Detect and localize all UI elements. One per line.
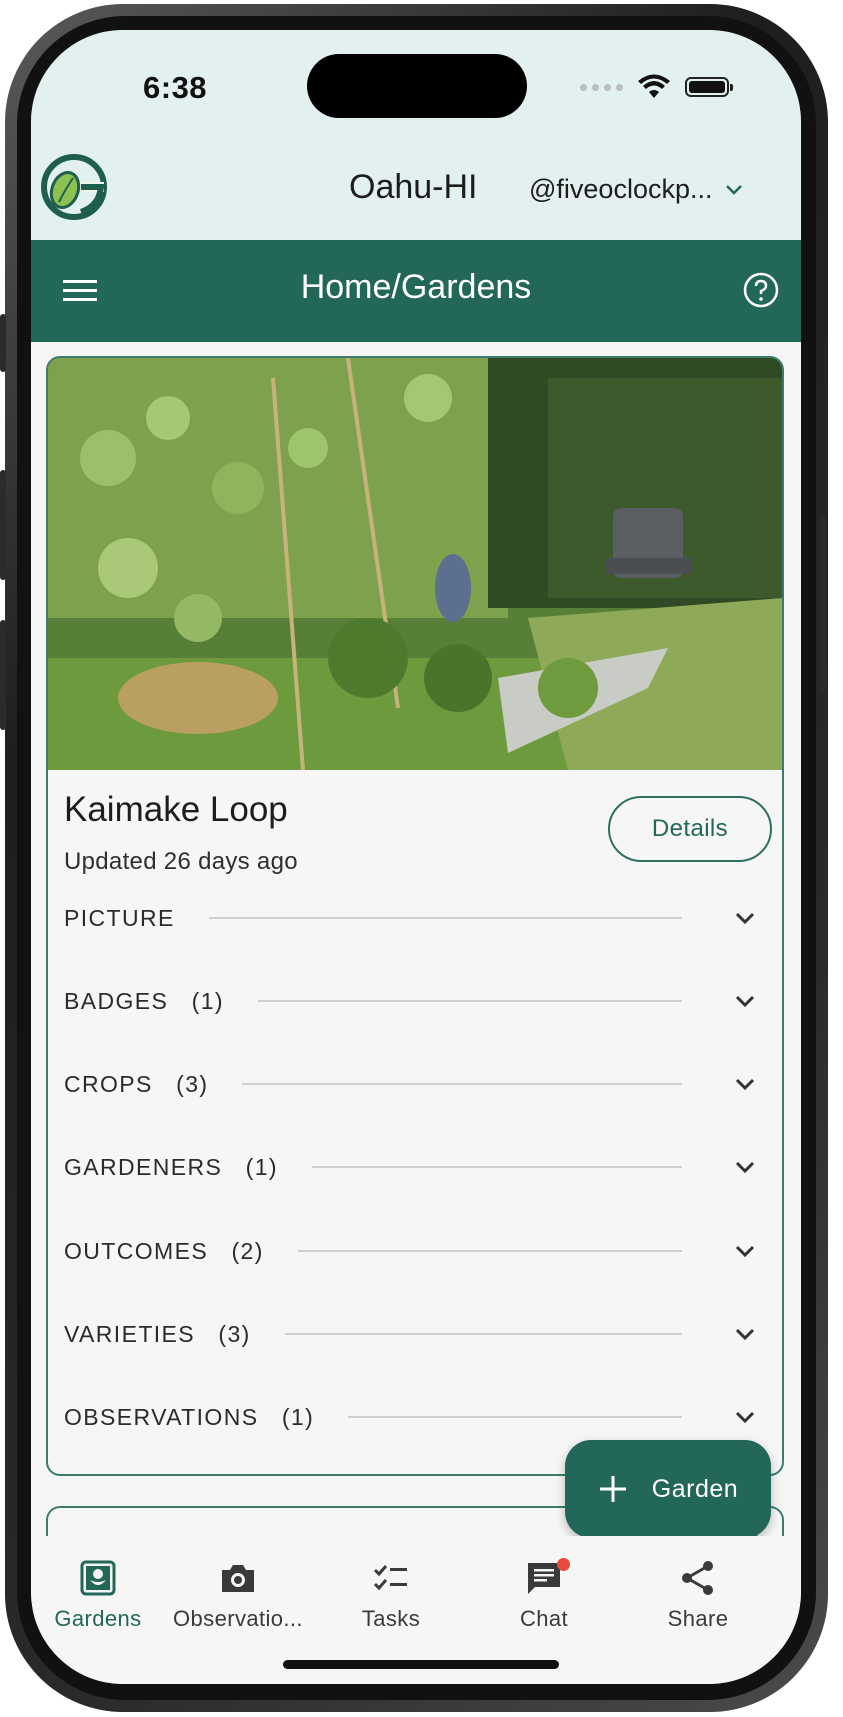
nav-chat[interactable]: Chat <box>469 1558 619 1632</box>
chevron-down-icon <box>735 1078 755 1091</box>
nav-observations[interactable]: Observatio... <box>163 1558 313 1632</box>
plus-icon <box>599 1476 626 1502</box>
nav-label: Observatio... <box>173 1606 303 1631</box>
section-label: PICTURE <box>64 904 175 931</box>
add-garden-label: Garden <box>651 1474 739 1503</box>
help-icon[interactable] <box>743 272 779 308</box>
section-divider <box>297 1250 682 1252</box>
section-badges[interactable]: BADGES (1) <box>64 981 764 1021</box>
section-label: BADGES (1) <box>64 987 224 1014</box>
chevron-down-icon <box>735 1328 755 1341</box>
camera-icon <box>222 1565 254 1592</box>
section-divider <box>257 1000 682 1002</box>
garden-logo-icon[interactable] <box>41 154 107 220</box>
chevron-down-icon <box>735 1411 755 1424</box>
chevron-down-icon <box>735 912 755 925</box>
garden-updated: Updated 26 days ago <box>64 848 298 875</box>
nav-gardens[interactable]: Gardens <box>31 1558 173 1632</box>
nav-label: Gardens <box>54 1606 142 1631</box>
nav-label: Tasks <box>361 1606 421 1631</box>
wifi-icon <box>638 74 670 98</box>
section-label: OUTCOMES (2) <box>64 1237 264 1264</box>
add-garden-button[interactable]: Garden <box>565 1440 771 1538</box>
garden-icon <box>80 1560 116 1596</box>
home-indicator[interactable] <box>283 1660 559 1669</box>
share-icon <box>682 1561 713 1595</box>
details-button[interactable]: Details <box>608 796 772 862</box>
battery-icon <box>685 77 733 97</box>
section-varieties[interactable]: VARIETIES (3) <box>64 1314 764 1354</box>
section-outcomes[interactable]: OUTCOMES (2) <box>64 1231 764 1271</box>
tasks-icon <box>373 1565 407 1591</box>
nav-tasks[interactable]: Tasks <box>316 1558 466 1632</box>
section-observations[interactable]: OBSERVATIONS (1) <box>64 1397 764 1437</box>
dynamic-island <box>307 54 527 118</box>
chevron-down-icon <box>726 184 743 195</box>
chevron-down-icon <box>735 1245 755 1258</box>
nav-share[interactable]: Share <box>623 1558 773 1632</box>
garden-title: Kaimake Loop <box>64 790 288 829</box>
chat-notification-dot <box>557 1558 570 1571</box>
app-screen: 6:38 Oahu-HI @fiveoclockp... Home/Garden… <box>31 30 801 1684</box>
section-divider <box>242 1083 682 1085</box>
section-divider <box>284 1333 682 1335</box>
garden-photo[interactable] <box>48 358 782 770</box>
nav-label: Share <box>667 1606 729 1631</box>
section-divider <box>348 1416 682 1418</box>
chevron-down-icon <box>735 995 755 1008</box>
garden-photo-illustration <box>48 358 782 770</box>
section-label: CROPS (3) <box>64 1070 209 1097</box>
section-picture[interactable]: PICTURE <box>64 898 764 938</box>
section-divider <box>208 917 682 919</box>
section-crops[interactable]: CROPS (3) <box>64 1064 764 1104</box>
chevron-down-icon <box>735 1161 755 1174</box>
power-button <box>820 516 826 692</box>
status-icons <box>580 74 733 100</box>
section-label: GARDENERS (1) <box>64 1153 278 1180</box>
status-time: 6:38 <box>143 70 208 105</box>
top-header-zone: 6:38 Oahu-HI @fiveoclockp... <box>31 30 801 240</box>
volume-up-button <box>0 470 6 580</box>
garden-card: Kaimake Loop Updated 26 days ago Details… <box>46 356 784 1476</box>
region-label[interactable]: Oahu-HI <box>349 168 478 207</box>
user-account-dropdown[interactable]: @fiveoclockp... <box>529 174 744 205</box>
user-handle: @fiveoclockp... <box>529 174 713 204</box>
cellular-signal-icon <box>580 83 623 91</box>
section-label: VARIETIES (3) <box>64 1320 251 1347</box>
section-divider <box>311 1166 682 1168</box>
mute-switch <box>0 314 6 372</box>
section-gardeners[interactable]: GARDENERS (1) <box>64 1147 764 1187</box>
volume-down-button <box>0 620 6 730</box>
page-title: Home/Gardens <box>300 268 532 306</box>
nav-label: Chat <box>519 1606 569 1631</box>
app-bar: Home/Gardens <box>31 240 801 342</box>
section-label: OBSERVATIONS (1) <box>64 1403 315 1430</box>
